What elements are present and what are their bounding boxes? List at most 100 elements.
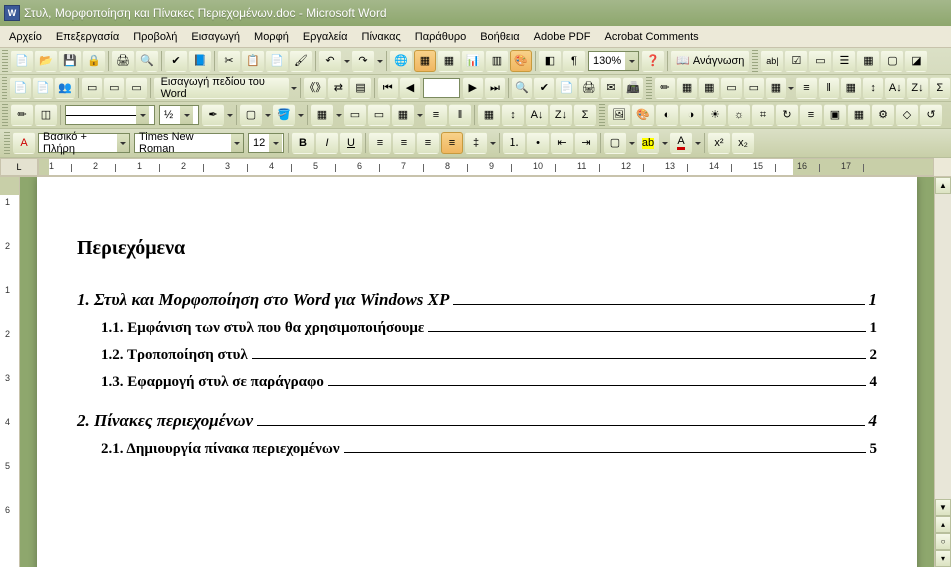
menu-acrobat-comments[interactable]: Acrobat Comments	[598, 29, 706, 45]
sort-desc-button[interactable]: Z↓	[907, 77, 927, 99]
img-contrast-down-button[interactable]: ◑	[680, 104, 702, 126]
horizontal-ruler[interactable]: 121234567891011121314151617	[38, 158, 934, 176]
img-format-button[interactable]: ⚙	[872, 104, 894, 126]
help-button[interactable]: ❓	[642, 50, 664, 72]
menu-file[interactable]: Αρχείο	[2, 29, 49, 45]
toc-row[interactable]: 1. Στυλ και Μορφοποίηση στο Word για Win…	[77, 290, 877, 310]
format-painter-button[interactable]: 🖌	[290, 50, 312, 72]
mm-greeting-button[interactable]: ▭	[104, 77, 124, 99]
shading-color-button[interactable]: 🪣	[273, 104, 295, 126]
insert-word-field-dropdown[interactable]	[290, 77, 298, 99]
toolbar-grip[interactable]	[646, 77, 651, 99]
undo-dropdown[interactable]	[342, 50, 351, 72]
img-bright-down-button[interactable]: ☼	[728, 104, 750, 126]
mm-block-button[interactable]: ▭	[82, 77, 102, 99]
zoom-dropdown[interactable]: 130%	[588, 51, 639, 71]
toc-row[interactable]: 2. Πίνακες περιεχομένων4	[77, 411, 877, 431]
border2-dropdown[interactable]	[627, 132, 636, 154]
font-color-button[interactable]: A	[670, 132, 692, 154]
menu-format[interactable]: Μορφή	[247, 29, 296, 45]
drawing-button[interactable]: 🎨	[510, 50, 532, 72]
shading-dropdown[interactable]	[296, 104, 305, 126]
show-hide-button[interactable]: ¶	[563, 50, 585, 72]
mm-record-input[interactable]	[423, 78, 460, 98]
line-spacing-button[interactable]: ‡	[465, 132, 487, 154]
hyperlink-button[interactable]: 🌐	[390, 50, 412, 72]
insert-word-field-button[interactable]: Εισαγωγή πεδίου του Word	[154, 77, 290, 99]
sortasc2-button[interactable]: A↓	[526, 104, 548, 126]
tab-selector[interactable]: L	[0, 158, 38, 176]
decrease-indent-button[interactable]: ⇤	[551, 132, 573, 154]
border-color-button[interactable]: ✒	[202, 104, 224, 126]
menu-tools[interactable]: Εργαλεία	[296, 29, 355, 45]
text-direction-button[interactable]: ↕	[863, 77, 883, 99]
autosum-button[interactable]: Σ	[930, 77, 950, 99]
textdir2-button[interactable]: ↕	[502, 104, 524, 126]
mm-last-button[interactable]: ⏭	[485, 77, 505, 99]
img-wrap-button[interactable]: ▦	[848, 104, 870, 126]
dist-rows-button[interactable]: ≡	[796, 77, 816, 99]
img-transparent-button[interactable]: ◇	[896, 104, 918, 126]
line-style-dropdown[interactable]	[65, 105, 155, 125]
mm-merge-email-button[interactable]: ✉	[601, 77, 621, 99]
menu-adobe-pdf[interactable]: Adobe PDF	[527, 29, 598, 45]
mm-match-button[interactable]: ⇄	[328, 77, 348, 99]
font-color-dropdown[interactable]	[693, 132, 702, 154]
menu-help[interactable]: Βοήθεια	[473, 29, 526, 45]
subscript-button[interactable]: x₂	[732, 132, 754, 154]
insert-table-button[interactable]: ▦	[438, 50, 460, 72]
dist-cols-button[interactable]: ‖	[819, 77, 839, 99]
mm-view-button[interactable]: 《》	[304, 77, 326, 99]
doc-map-button[interactable]: ◧	[539, 50, 561, 72]
print-preview-button[interactable]: 🔍	[136, 50, 158, 72]
table-insert2-button[interactable]: ▦	[699, 77, 719, 99]
split-cells-button[interactable]: ▭	[744, 77, 764, 99]
underline-button[interactable]: U	[340, 132, 362, 154]
superscript-button[interactable]: x²	[708, 132, 730, 154]
img-compress-button[interactable]: ▣	[824, 104, 846, 126]
prev-page-button[interactable]: ▴	[935, 516, 951, 533]
toc-row[interactable]: 1.1. Εμφάνιση των στυλ που θα χρησιμοποι…	[77, 320, 877, 337]
styles-task-button[interactable]: A	[13, 132, 35, 154]
outside-border-button[interactable]: ▢	[240, 104, 262, 126]
paste-button[interactable]: 📄	[266, 50, 288, 72]
forms-textfield-button[interactable]: ab|	[761, 50, 783, 72]
scroll-up-button[interactable]: ▲	[935, 177, 951, 194]
style-dropdown[interactable]: Βασικό + Πλήρη	[38, 133, 130, 153]
vertical-ruler[interactable]: 12123456	[0, 177, 20, 567]
font-dropdown[interactable]: Times New Roman	[134, 133, 244, 153]
vertical-scrollbar[interactable]: ▲ ▼ ▴ ○ ▾	[934, 177, 951, 567]
forms-frame-button[interactable]: ▢	[881, 50, 903, 72]
mm-merge-print-button[interactable]: 🖨	[579, 77, 599, 99]
sort-asc-button[interactable]: A↓	[885, 77, 905, 99]
mm-merge-doc-button[interactable]: 📄	[556, 77, 576, 99]
highlight-button[interactable]: ab	[637, 132, 659, 154]
table-draw-button[interactable]: ✏	[655, 77, 675, 99]
img-bright-up-button[interactable]: ☀	[704, 104, 726, 126]
table-insert-button[interactable]: ▦	[677, 77, 697, 99]
forms-table-button[interactable]: ▦	[857, 50, 879, 72]
mm-open-source-button[interactable]: 📄	[33, 77, 53, 99]
research-button[interactable]: 📘	[189, 50, 211, 72]
toolbar-grip[interactable]	[599, 104, 605, 126]
align2-dropdown[interactable]	[415, 104, 424, 126]
distcols2-button[interactable]: ‖	[449, 104, 471, 126]
redo-button[interactable]: ↷	[352, 50, 374, 72]
highlight-dropdown[interactable]	[660, 132, 669, 154]
img-insert-button[interactable]: 🖼	[608, 104, 630, 126]
img-color-button[interactable]: 🎨	[632, 104, 654, 126]
draw-table-button[interactable]: ✏	[11, 104, 33, 126]
merge-cells-button[interactable]: ▭	[721, 77, 741, 99]
menu-edit[interactable]: Επεξεργασία	[49, 29, 126, 45]
cut-button[interactable]: ✂	[218, 50, 240, 72]
undo-button[interactable]: ↶	[319, 50, 341, 72]
mm-merge-fax-button[interactable]: 📠	[623, 77, 643, 99]
mm-labels-button[interactable]: ▤	[350, 77, 370, 99]
merge-button[interactable]: ▭	[344, 104, 366, 126]
forms-properties-button[interactable]: ☰	[833, 50, 855, 72]
img-line-button[interactable]: ≡	[800, 104, 822, 126]
mm-next-button[interactable]: ▶	[463, 77, 483, 99]
mm-recipients-button[interactable]: 👥	[55, 77, 75, 99]
toolbar-grip[interactable]	[2, 50, 8, 72]
scroll-track[interactable]	[935, 194, 951, 499]
